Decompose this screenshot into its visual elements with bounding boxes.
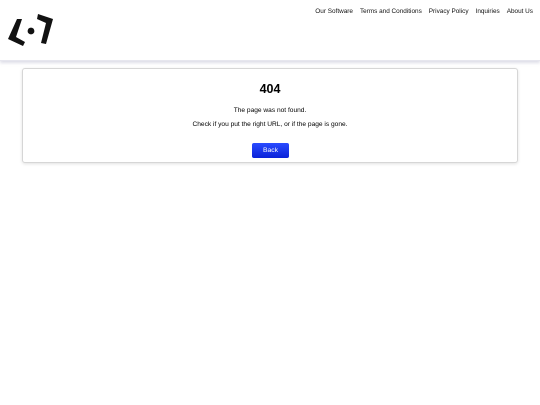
top-nav: Our Software Terms and Conditions Privac… [315, 8, 533, 15]
error-card: 404 The page was not found. Check if you… [22, 68, 518, 163]
nav-about-us[interactable]: About Us [507, 8, 533, 15]
error-hint: Check if you put the right URL, or if th… [192, 121, 348, 128]
nav-our-software[interactable]: Our Software [315, 8, 353, 15]
error-code: 404 [259, 82, 281, 96]
nav-terms-and-conditions[interactable]: Terms and Conditions [360, 8, 422, 15]
error-message: The page was not found. [233, 107, 307, 114]
brand-logo-icon[interactable] [7, 13, 55, 49]
back-button[interactable]: Back [252, 143, 289, 158]
site-header: Our Software Terms and Conditions Privac… [0, 0, 540, 61]
nav-inquiries[interactable]: Inquiries [476, 8, 500, 15]
nav-privacy-policy[interactable]: Privacy Policy [429, 8, 469, 15]
